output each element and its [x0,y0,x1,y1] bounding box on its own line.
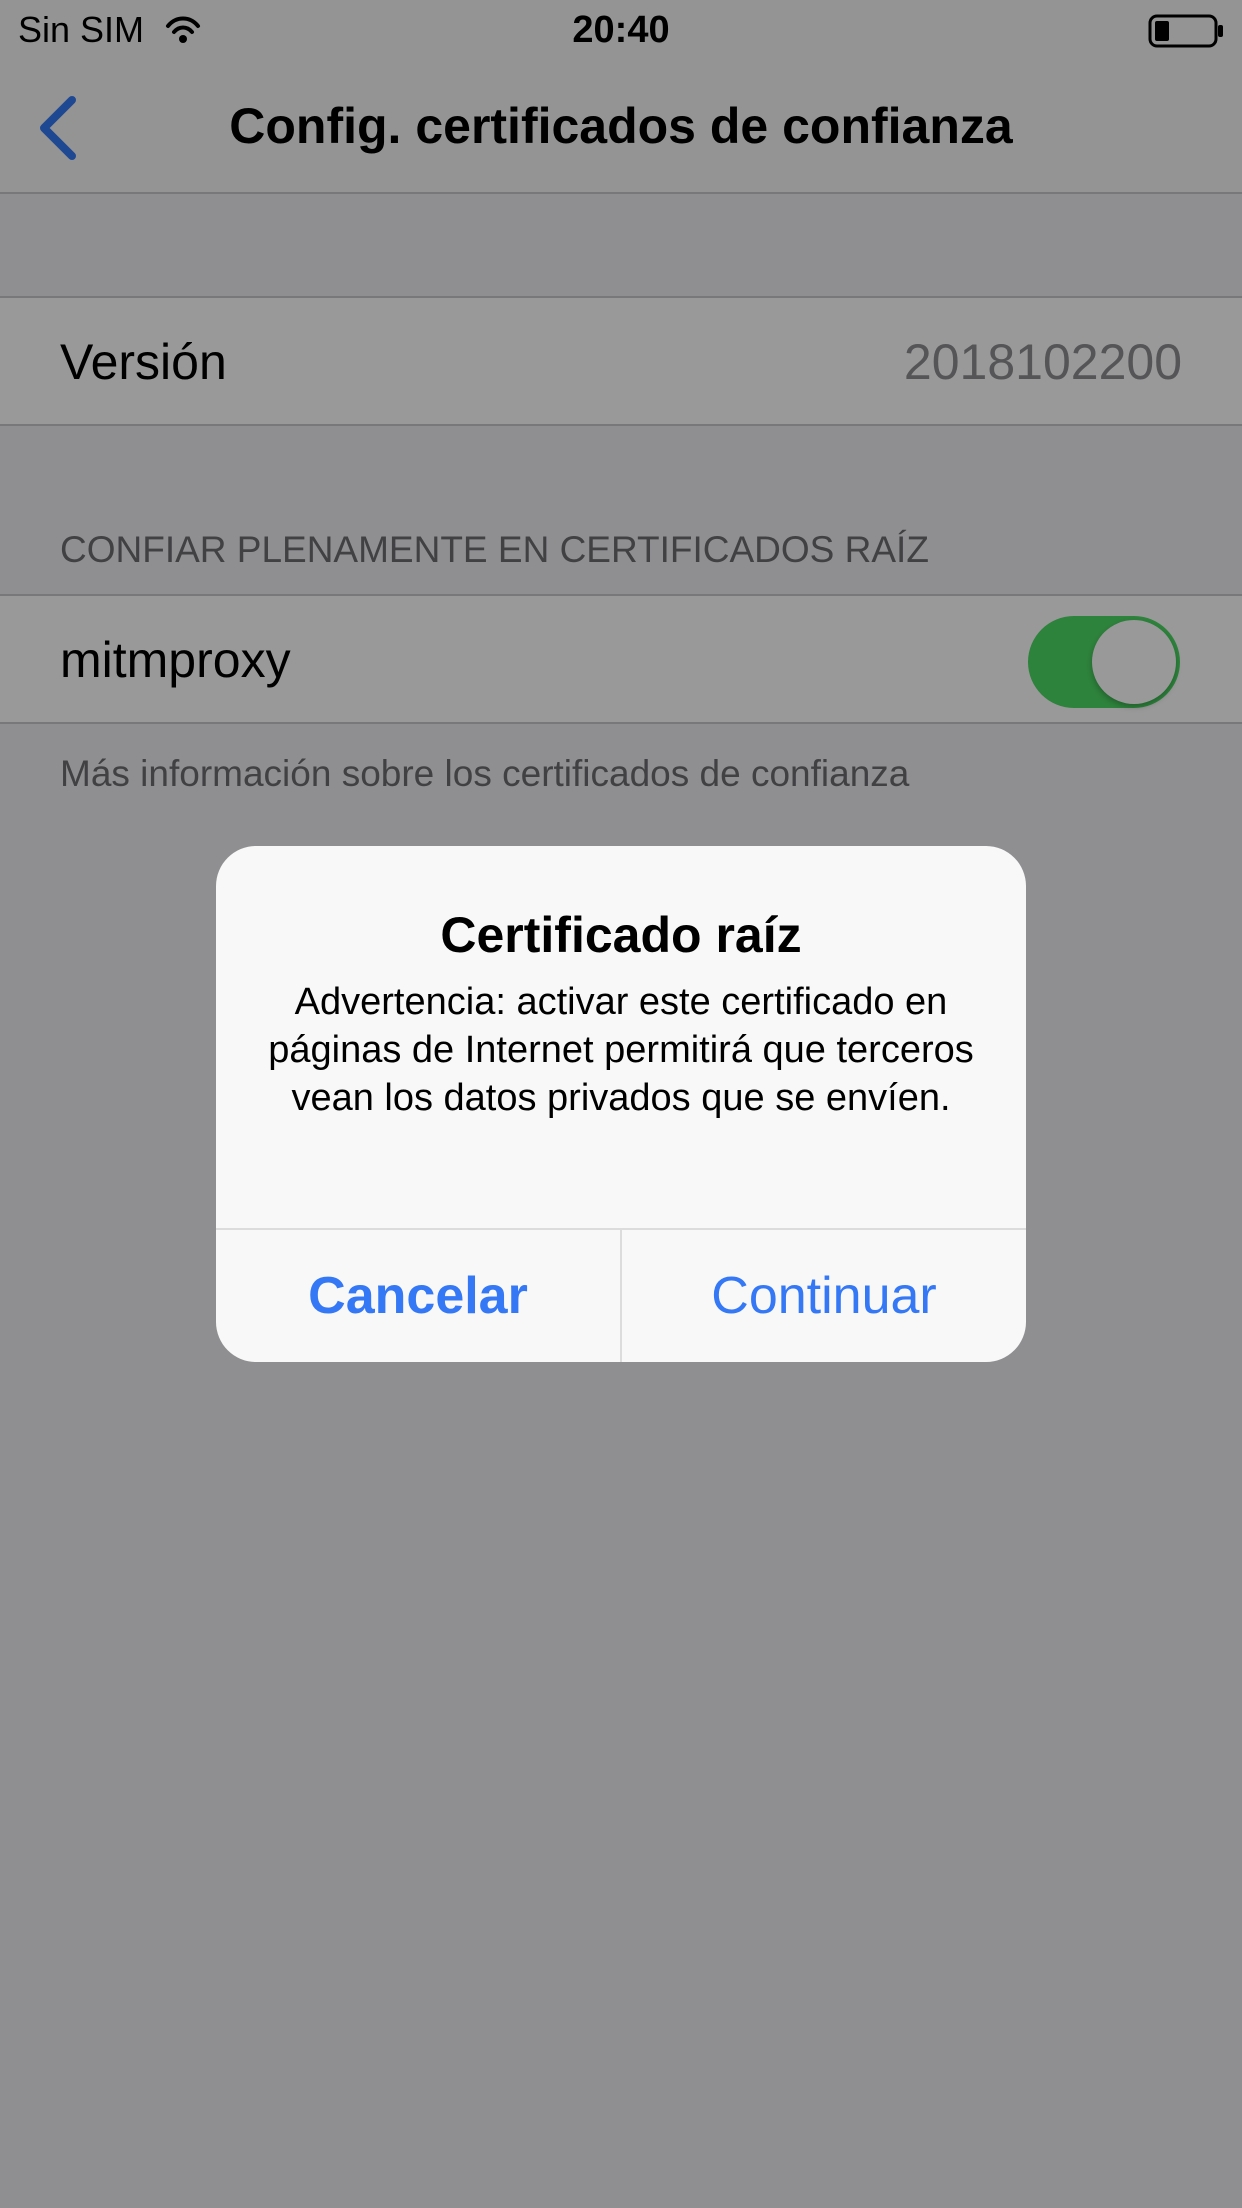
alert-title: Certificado raíz [440,907,802,963]
alert-dialog: Certificado raíz Advertencia: activar es… [216,846,1026,1362]
alert-message: Advertencia: activar este certificado en… [268,981,974,1119]
continue-button[interactable]: Continuar [622,1230,1026,1362]
cancel-button[interactable]: Cancelar [216,1230,620,1362]
screen: Sin SIM 20:40 Config. certificados de co… [0,0,1242,2208]
